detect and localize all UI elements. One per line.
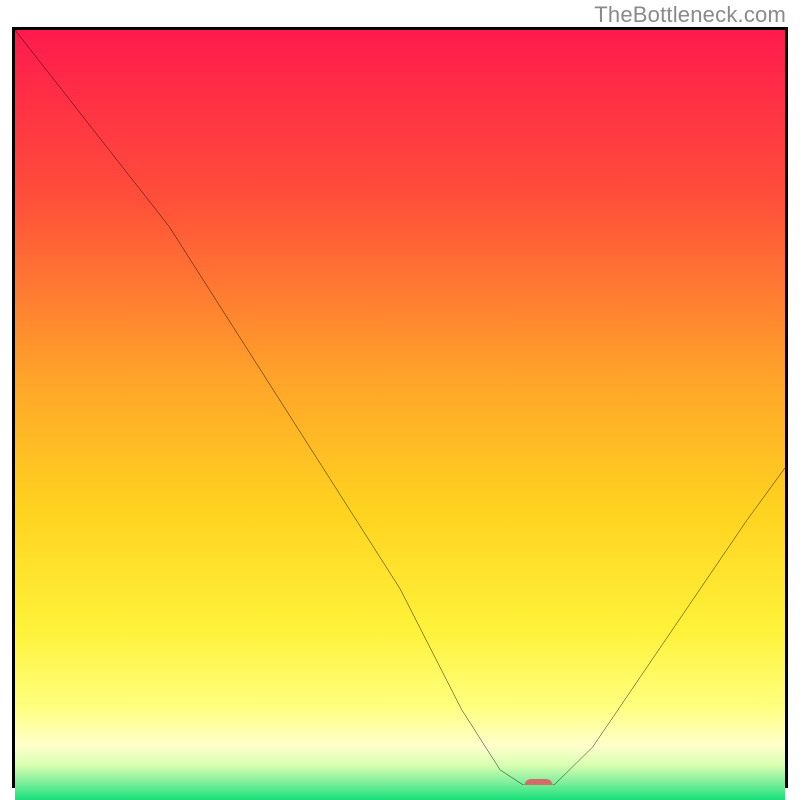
chart-frame xyxy=(12,27,788,788)
chart-background-gradient xyxy=(15,30,785,800)
watermark-text: TheBottleneck.com xyxy=(594,2,786,28)
